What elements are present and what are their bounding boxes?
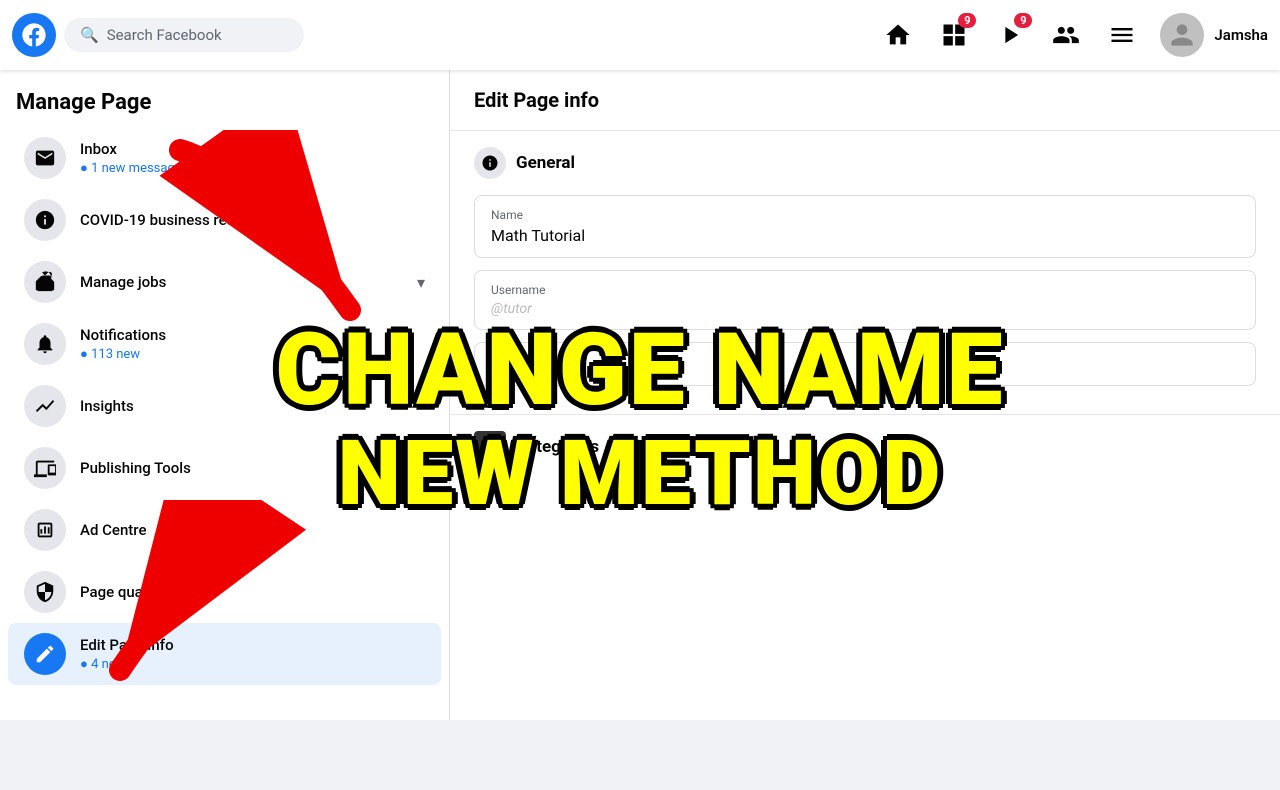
sidebar-item-edit-page-info[interactable]: Edit Page Info 4 new bbox=[8, 623, 441, 685]
sidebar-item-inbox[interactable]: Inbox 1 new message and 4 new comments bbox=[8, 127, 441, 189]
general-title: General bbox=[516, 153, 575, 173]
sidebar-item-publishing-tools[interactable]: Publishing Tools bbox=[8, 437, 441, 499]
pages-button[interactable]: 9 bbox=[928, 9, 980, 61]
name-label: Name bbox=[491, 208, 1239, 222]
name-value: Math Tutorial bbox=[491, 226, 1239, 245]
inbox-label: Inbox bbox=[80, 140, 425, 158]
facebook-logo[interactable] bbox=[12, 13, 56, 57]
description-label: Description bbox=[491, 355, 1239, 369]
categories-icon bbox=[474, 431, 506, 463]
ad-centre-label: Ad Centre bbox=[80, 521, 425, 539]
chevron-icon: ▾ bbox=[417, 273, 425, 292]
user-name: Jamsha bbox=[1214, 26, 1268, 44]
publishing-tools-label: Publishing Tools bbox=[80, 459, 425, 477]
sidebar-title: Manage Page bbox=[0, 82, 449, 127]
home-button[interactable] bbox=[872, 9, 924, 61]
edit-page-header: Edit Page info bbox=[450, 70, 1280, 131]
covid-icon bbox=[24, 199, 66, 241]
sidebar-item-insights[interactable]: Insights bbox=[8, 375, 441, 437]
search-placeholder: Search Facebook bbox=[107, 26, 222, 44]
edit-page-info-sublabel: 4 new bbox=[80, 656, 425, 672]
avatar[interactable] bbox=[1160, 13, 1204, 57]
notifications-icon bbox=[24, 323, 66, 365]
sidebar-item-ad-centre[interactable]: Ad Centre bbox=[8, 499, 441, 561]
categories-section: Categories bbox=[450, 414, 1280, 479]
main-layout: Manage Page Inbox 1 new message and 4 ne… bbox=[0, 70, 1280, 720]
page-quality-label: Page quality bbox=[80, 583, 425, 601]
edit-page-card: Edit Page info General Name Math Tutoria… bbox=[450, 70, 1280, 720]
edit-page-info-icon bbox=[24, 633, 66, 675]
ad-centre-icon bbox=[24, 509, 66, 551]
search-icon: 🔍 bbox=[80, 26, 99, 44]
inbox-sublabel: 1 new message and 4 new comments bbox=[80, 160, 425, 176]
edit-page-info-label: Edit Page Info bbox=[80, 636, 425, 654]
name-field[interactable]: Name Math Tutorial bbox=[474, 195, 1256, 258]
page-quality-icon bbox=[24, 571, 66, 613]
watch-badge: 9 bbox=[1014, 13, 1032, 28]
sidebar-item-manage-jobs[interactable]: Manage jobs ▾ bbox=[8, 251, 441, 313]
general-icon bbox=[474, 147, 506, 179]
groups-button[interactable] bbox=[1040, 9, 1092, 61]
username-field[interactable]: Username @tutor bbox=[474, 270, 1256, 330]
menu-button[interactable] bbox=[1096, 9, 1148, 61]
general-section: General Name Math Tutorial Username @tut… bbox=[450, 131, 1280, 414]
sidebar-item-covid[interactable]: COVID-19 business resources bbox=[8, 189, 441, 251]
username-value: @tutor bbox=[491, 301, 1239, 317]
right-panel: Edit Page info General Name Math Tutoria… bbox=[450, 70, 1280, 720]
sidebar: Manage Page Inbox 1 new message and 4 ne… bbox=[0, 70, 450, 720]
username-label: Username bbox=[491, 283, 1239, 297]
pages-badge: 9 bbox=[958, 13, 976, 28]
notifications-label: Notifications bbox=[80, 326, 425, 344]
insights-icon bbox=[24, 385, 66, 427]
insights-label: Insights bbox=[80, 397, 425, 415]
manage-jobs-icon bbox=[24, 261, 66, 303]
watch-button[interactable]: 9 bbox=[984, 9, 1036, 61]
inbox-icon bbox=[24, 137, 66, 179]
covid-label: COVID-19 business resources bbox=[80, 211, 425, 229]
top-navigation: 🔍 Search Facebook 9 9 Jamsha bbox=[0, 0, 1280, 70]
notifications-sublabel: 113 new bbox=[80, 346, 425, 362]
publishing-tools-icon bbox=[24, 447, 66, 489]
nav-icons: 9 9 Jamsha bbox=[872, 9, 1268, 61]
sidebar-item-notifications[interactable]: Notifications 113 new bbox=[8, 313, 441, 375]
description-field[interactable]: Description bbox=[474, 342, 1256, 386]
manage-jobs-label: Manage jobs bbox=[80, 273, 403, 291]
sidebar-item-page-quality[interactable]: Page quality bbox=[8, 561, 441, 623]
categories-title: Categories bbox=[516, 437, 599, 457]
search-bar[interactable]: 🔍 Search Facebook bbox=[64, 18, 304, 52]
